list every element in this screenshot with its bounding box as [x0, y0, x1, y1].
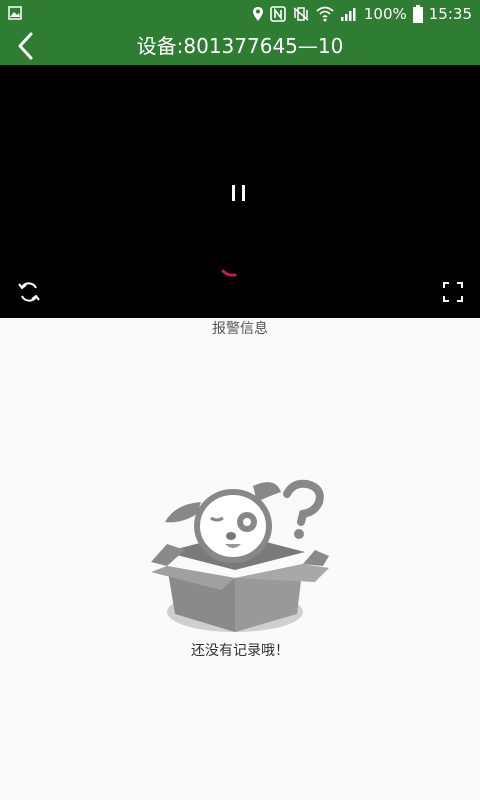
status-icons: 100% 15:35: [252, 4, 472, 24]
battery-icon: [412, 5, 423, 23]
empty-box-dog-illustration: [151, 479, 329, 632]
status-bar: 100% 15:35: [0, 0, 480, 27]
fullscreen-icon[interactable]: [440, 279, 466, 305]
rotate-icon[interactable]: [16, 279, 42, 305]
signal-icon: [340, 8, 356, 21]
empty-state-text: 还没有记录哦！: [191, 643, 289, 659]
vibrate-icon: [293, 7, 309, 21]
battery-percent: 100%: [363, 5, 407, 23]
image-icon: [8, 6, 22, 20]
nfc-icon: [270, 6, 286, 22]
video-player[interactable]: [0, 65, 480, 318]
page-title: 设备:801377645—10: [136, 34, 344, 58]
wifi-icon: [316, 6, 334, 22]
spinner-icon: [221, 269, 237, 277]
pause-icon[interactable]: [228, 183, 250, 205]
app-header: 设备:801377645—10: [0, 27, 480, 65]
alarm-section-title: 报警信息: [212, 321, 268, 337]
location-icon: [252, 7, 263, 21]
status-time: 15:35: [428, 5, 472, 23]
